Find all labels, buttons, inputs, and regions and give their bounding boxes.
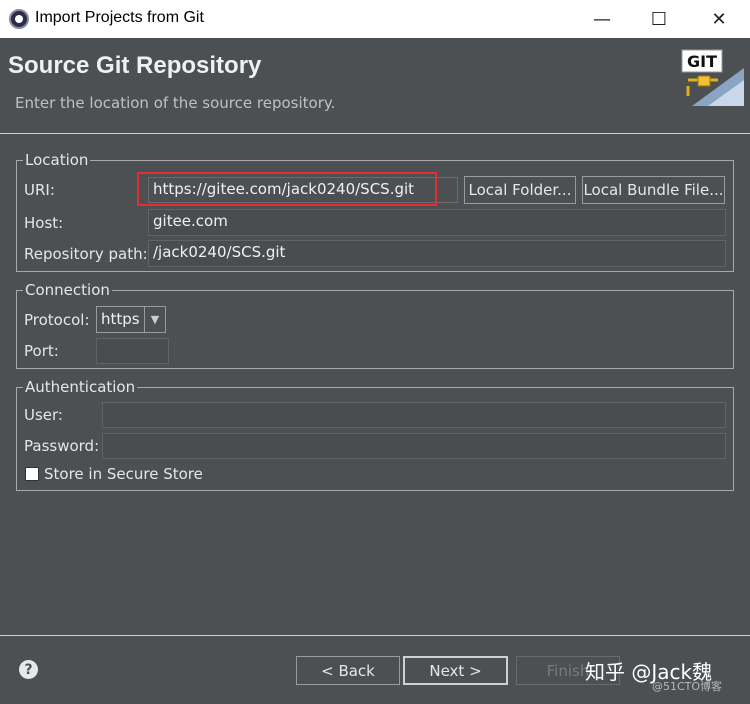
window-title: Import Projects from Git (35, 9, 204, 26)
chevron-down-icon[interactable]: ▼ (144, 307, 165, 332)
next-button[interactable]: Next > (403, 656, 508, 685)
location-legend: Location (25, 151, 89, 169)
protocol-value: https (101, 310, 140, 328)
cto-watermark: @51CTO博客 (652, 680, 723, 693)
port-label: Port: (24, 342, 59, 360)
title-bar: Import Projects from Git — ☐ ✕ (0, 0, 750, 38)
protocol-select[interactable]: https ▼ (96, 306, 166, 333)
repository-path-field[interactable]: /jack0240/SCS.git (148, 240, 726, 267)
header-separator (0, 133, 750, 134)
minimize-button[interactable]: — (579, 0, 625, 38)
local-folder-button[interactable]: Local Folder... (464, 176, 576, 204)
secure-store-checkbox[interactable] (25, 467, 39, 481)
user-label: User: (24, 406, 63, 424)
footer-separator (0, 635, 750, 636)
connection-legend: Connection (25, 281, 110, 299)
uri-highlight-box (137, 172, 437, 206)
port-field[interactable] (96, 338, 169, 364)
page-description: Enter the location of the source reposit… (15, 94, 336, 112)
authentication-legend: Authentication (25, 378, 136, 396)
maximize-button[interactable]: ☐ (636, 0, 682, 38)
host-field[interactable]: gitee.com (148, 209, 726, 236)
back-button[interactable]: < Back (296, 656, 400, 685)
password-label: Password: (24, 437, 100, 455)
close-button[interactable]: ✕ (696, 0, 742, 38)
repository-path-label: Repository path: (24, 245, 148, 263)
page-title: Source Git Repository (8, 52, 262, 79)
git-logo-text: GIT (687, 52, 717, 71)
protocol-label: Protocol: (24, 311, 90, 329)
local-bundle-file-button[interactable]: Local Bundle File... (582, 176, 725, 204)
eclipse-app-icon (9, 9, 29, 29)
uri-label: URI: (24, 181, 55, 199)
wizard-header: Source Git Repository Enter the location… (0, 38, 750, 134)
help-icon[interactable]: ? (19, 660, 38, 679)
git-logo-icon: GIT (681, 49, 744, 106)
secure-store-label[interactable]: Store in Secure Store (44, 465, 203, 483)
host-label: Host: (24, 214, 64, 232)
password-field[interactable] (102, 433, 726, 459)
user-field[interactable] (102, 402, 726, 428)
